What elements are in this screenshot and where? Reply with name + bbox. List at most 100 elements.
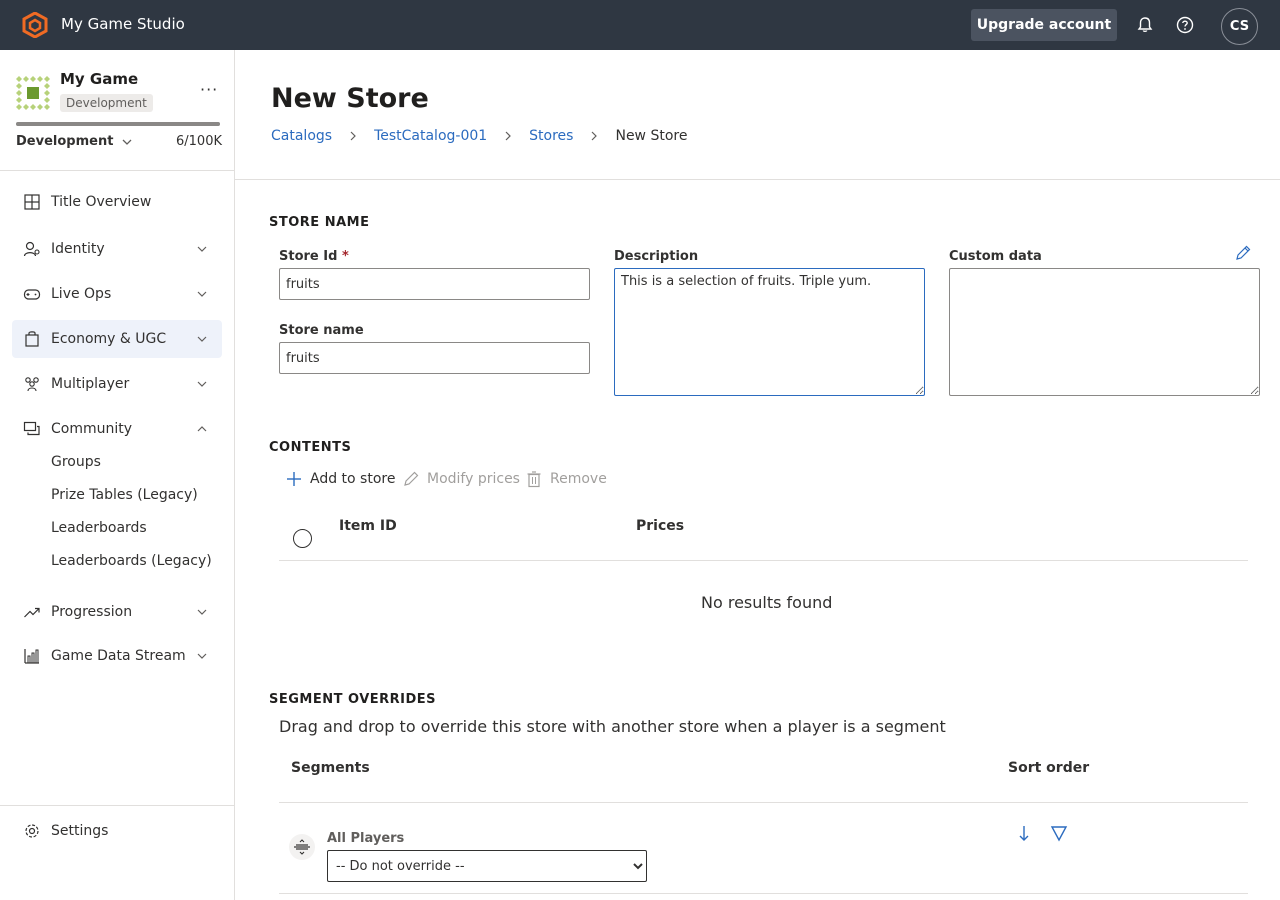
description-textarea[interactable]: This is a selection of fruits. Triple yu…: [614, 268, 925, 396]
remove-button[interactable]: Remove: [525, 470, 607, 488]
sidebar-item-label: Identity: [51, 241, 105, 257]
chevron-right-icon: [350, 131, 356, 141]
avatar[interactable]: CS: [1221, 8, 1258, 45]
sidebar-item-label: Live Ops: [51, 286, 112, 302]
store-id-input[interactable]: [279, 268, 590, 300]
bag-icon: [25, 331, 39, 347]
main-content: New Store Catalogs TestCatalog-001 Store…: [235, 50, 1280, 900]
sidebar-item-multiplayer[interactable]: Multiplayer: [12, 365, 222, 403]
remove-label: Remove: [550, 471, 607, 487]
identity-icon: [23, 241, 40, 257]
sidebar-subitem-leaderboards[interactable]: Leaderboards: [51, 520, 147, 536]
sidebar-item-label: Game Data Stream: [51, 648, 186, 664]
upgrade-account-button[interactable]: Upgrade account: [971, 9, 1117, 41]
chevron-down-icon: [197, 291, 207, 297]
sidebar-item-label: Multiplayer: [51, 376, 130, 392]
store-id-label: Store Id *: [279, 249, 349, 264]
breadcrumb-current: New Store: [615, 128, 688, 144]
bar-chart-icon: [24, 649, 39, 664]
breadcrumb-catalogs[interactable]: Catalogs: [271, 128, 332, 144]
plus-icon: [287, 472, 301, 486]
table-divider: [279, 802, 1248, 803]
pencil-icon: [404, 471, 419, 486]
segment-override-select[interactable]: -- Do not override --: [327, 850, 647, 882]
game-icon: [16, 76, 50, 110]
environment-badge: Development: [60, 94, 153, 112]
sidebar: My Game Development ··· Development 6/10…: [0, 50, 235, 900]
empty-state-message: No results found: [701, 593, 833, 612]
store-name-label: Store name: [279, 323, 364, 338]
page-title: New Store: [271, 83, 429, 114]
column-header-segments: Segments: [291, 760, 370, 776]
chevron-down-icon: [197, 381, 207, 387]
sidebar-divider: [0, 805, 234, 806]
required-mark: *: [341, 249, 349, 264]
sidebar-item-live-ops[interactable]: Live Ops: [12, 275, 222, 313]
sidebar-item-identity[interactable]: Identity: [12, 230, 222, 268]
breadcrumb: Catalogs TestCatalog-001 Stores New Stor…: [271, 128, 687, 144]
usage-bar: [16, 122, 220, 126]
chevron-up-icon: [197, 426, 207, 432]
sidebar-subitem-groups[interactable]: Groups: [51, 454, 101, 470]
custom-data-textarea[interactable]: [949, 268, 1260, 396]
environment-selector[interactable]: Development: [16, 134, 133, 149]
sidebar-item-community[interactable]: Community: [12, 410, 222, 448]
game-name[interactable]: My Game: [60, 70, 138, 88]
breadcrumb-catalog[interactable]: TestCatalog-001: [374, 128, 487, 144]
breadcrumb-stores[interactable]: Stores: [529, 128, 573, 144]
more-options-button[interactable]: ···: [200, 80, 218, 99]
filter-icon[interactable]: [1049, 823, 1069, 843]
sidebar-subitem-leaderboards-legacy[interactable]: Leaderboards (Legacy): [51, 553, 212, 569]
store-id-label-text: Store Id: [279, 249, 338, 264]
bell-icon[interactable]: [1135, 15, 1155, 35]
people-icon: [25, 377, 39, 392]
column-header-item-id[interactable]: Item ID: [339, 518, 397, 534]
chevron-down-icon: [197, 609, 207, 615]
gamepad-icon: [23, 289, 41, 300]
trending-icon: [24, 607, 40, 618]
sidebar-item-progression[interactable]: Progression: [12, 593, 222, 631]
column-header-prices[interactable]: Prices: [636, 518, 684, 534]
edit-pencil-icon[interactable]: [1234, 244, 1252, 262]
drag-handle-icon: [294, 839, 310, 855]
chevron-down-icon: [197, 336, 207, 342]
sidebar-divider: [0, 170, 234, 171]
chevron-down-icon: [122, 139, 132, 145]
studio-logo-icon[interactable]: [22, 12, 48, 38]
gear-icon: [25, 824, 39, 838]
add-to-store-label: Add to store: [310, 471, 396, 487]
trash-icon: [527, 471, 541, 488]
drag-handle[interactable]: [289, 834, 315, 860]
chevron-right-icon: [505, 131, 512, 141]
description-label: Description: [614, 249, 699, 264]
modify-prices-label: Modify prices: [427, 471, 520, 487]
environment-selector-label: Development: [16, 134, 114, 149]
sidebar-subitem-prize-tables[interactable]: Prize Tables (Legacy): [51, 487, 198, 503]
top-bar: My Game Studio Upgrade account CS: [0, 0, 1280, 50]
select-all-radio[interactable]: [293, 529, 312, 548]
chevron-down-icon: [197, 653, 207, 659]
chevron-down-icon: [197, 246, 207, 252]
custom-data-label: Custom data: [949, 249, 1042, 264]
sidebar-item-game-data-stream[interactable]: Game Data Stream: [12, 637, 222, 675]
column-header-sort-order: Sort order: [1008, 760, 1090, 776]
header-divider: [235, 179, 1280, 180]
grid-icon: [24, 194, 40, 210]
segment-name: All Players: [327, 831, 405, 846]
sidebar-item-title-overview[interactable]: Title Overview: [12, 183, 222, 221]
add-to-store-button[interactable]: Add to store: [285, 470, 395, 488]
modify-prices-button[interactable]: Modify prices: [402, 470, 520, 488]
sidebar-item-label: Community: [51, 421, 133, 437]
section-title-store-name: STORE NAME: [269, 215, 370, 230]
table-divider: [279, 893, 1248, 894]
sidebar-item-label: Economy & UGC: [51, 331, 167, 347]
sidebar-item-settings[interactable]: Settings: [12, 812, 222, 850]
arrow-down-icon[interactable]: [1014, 823, 1034, 843]
sidebar-item-label: Progression: [51, 604, 133, 620]
help-icon[interactable]: [1175, 15, 1195, 35]
section-title-contents: CONTENTS: [269, 440, 352, 455]
sidebar-item-economy-ugc[interactable]: Economy & UGC: [12, 320, 222, 358]
store-name-input[interactable]: [279, 342, 590, 374]
usage-count: 6/100K: [176, 134, 222, 149]
studio-name[interactable]: My Game Studio: [61, 15, 185, 33]
